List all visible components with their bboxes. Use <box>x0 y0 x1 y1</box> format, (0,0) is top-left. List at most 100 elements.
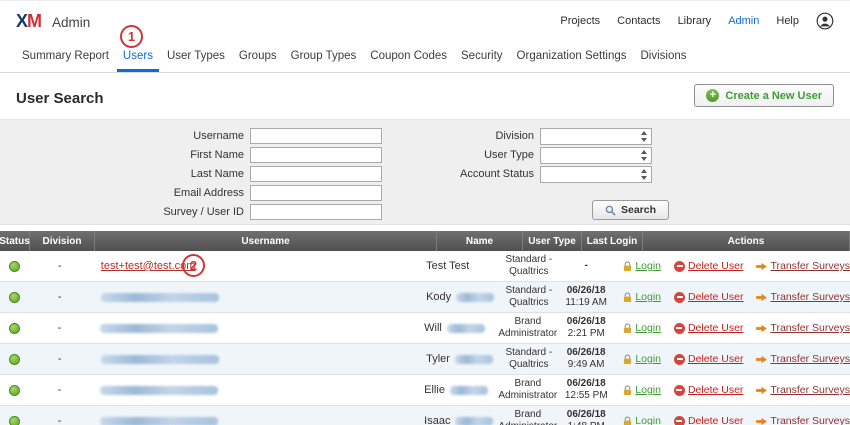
user-search-form: UsernameFirst NameLast NameEmail Address… <box>0 119 850 225</box>
table-row: -KodyStandard -Qualtrics06/26/1811:19 AM… <box>0 282 850 313</box>
input-last-name[interactable] <box>250 166 382 182</box>
select-division[interactable] <box>540 128 652 145</box>
input-survey-user-id[interactable] <box>250 204 382 220</box>
nav-contacts[interactable]: Contacts <box>617 15 660 27</box>
division-cell: - <box>29 313 91 343</box>
table-row: -EllieBrandAdministrator06/26/1812:55 PM… <box>0 375 850 406</box>
division-cell: - <box>29 251 91 281</box>
name-cell: Ellie <box>416 375 498 405</box>
nav-admin[interactable]: Admin <box>728 15 759 27</box>
column-header-division: Division <box>30 231 95 251</box>
create-new-user-label: Create a New User <box>725 90 822 102</box>
updown-arrows-icon <box>639 169 649 180</box>
tab-groups[interactable]: Groups <box>233 41 283 72</box>
column-header-status: Status <box>0 231 30 251</box>
division-cell: - <box>29 375 91 405</box>
table-row: -TylerStandard -Qualtrics06/26/189:49 AM… <box>0 344 850 375</box>
transfer-surveys-link[interactable]: Transfer Surveys <box>756 322 850 334</box>
lock-icon <box>623 323 632 334</box>
delete-minus-icon <box>674 354 685 365</box>
username-cell: test+test@test.com <box>91 251 418 281</box>
delete-minus-icon <box>674 292 685 303</box>
name-text: Test Test <box>426 260 469 272</box>
search-button[interactable]: Search <box>592 200 669 220</box>
name-cell: Will <box>416 313 498 343</box>
delete-user-link[interactable]: Delete User <box>674 322 743 334</box>
input-username[interactable] <box>250 128 382 144</box>
delete-minus-icon <box>674 323 685 334</box>
login-link[interactable]: Login <box>623 353 661 365</box>
transfer-arrow-icon <box>756 386 767 395</box>
last-login-cell: - <box>557 251 615 281</box>
nav-projects[interactable]: Projects <box>560 15 600 27</box>
delete-user-link[interactable]: Delete User <box>674 415 743 425</box>
name-cell: Kody <box>418 282 501 312</box>
lock-icon <box>623 292 632 303</box>
lock-icon <box>623 354 632 365</box>
annotation-circle-1: 1 <box>120 25 143 48</box>
tab-security[interactable]: Security <box>455 41 509 72</box>
create-new-user-button[interactable]: + Create a New User <box>694 84 834 107</box>
transfer-arrow-icon <box>756 355 767 364</box>
delete-user-link[interactable]: Delete User <box>674 260 743 272</box>
page-title: User Search <box>16 90 104 107</box>
redacted-username <box>100 324 218 333</box>
user-type-cell: Standard -Qualtrics <box>501 344 557 374</box>
login-link[interactable]: Login <box>623 291 661 303</box>
select-account-status[interactable] <box>540 166 652 183</box>
name-text: Isaac <box>424 415 450 425</box>
logo-admin-text: Admin <box>52 15 90 30</box>
user-results-table: StatusDivisionUsernameNameUser TypeLast … <box>0 231 850 425</box>
select-user-type[interactable] <box>540 147 652 164</box>
column-header-name: Name <box>437 231 523 251</box>
tab-organization-settings[interactable]: Organization Settings <box>511 41 633 72</box>
content-header: User Search + Create a New User <box>0 73 850 119</box>
column-header-last-login: Last Login <box>582 231 643 251</box>
plus-icon: + <box>706 89 719 102</box>
transfer-arrow-icon <box>756 417 767 425</box>
transfer-surveys-link[interactable]: Transfer Surveys <box>756 384 850 396</box>
status-active-icon <box>9 323 20 334</box>
last-login-cell: 06/26/189:49 AM <box>557 344 615 374</box>
redacted-last-name <box>450 386 488 395</box>
transfer-surveys-link[interactable]: Transfer Surveys <box>756 260 850 272</box>
redacted-username <box>100 386 218 395</box>
actions-cell: Login Delete User Transfer Surveys <box>615 344 850 374</box>
login-link[interactable]: Login <box>623 384 661 396</box>
name-text: Kody <box>426 291 451 303</box>
user-type-cell: BrandAdministrator <box>498 406 557 425</box>
login-link[interactable]: Login <box>623 415 661 425</box>
qualtrics-xm-logo[interactable]: X M Admin <box>16 11 90 32</box>
input-first-name[interactable] <box>250 147 382 163</box>
delete-user-link[interactable]: Delete User <box>674 291 743 303</box>
tab-coupon-codes[interactable]: Coupon Codes <box>364 41 453 72</box>
table-row: -WillBrandAdministrator06/26/182:21 PMLo… <box>0 313 850 344</box>
status-active-icon <box>9 354 20 365</box>
login-link[interactable]: Login <box>623 260 661 272</box>
nav-help[interactable]: Help <box>776 15 799 27</box>
division-cell: - <box>29 344 91 374</box>
name-text: Will <box>424 322 442 334</box>
magnifier-icon <box>605 205 616 216</box>
tab-user-types[interactable]: User Types <box>161 41 231 72</box>
nav-library[interactable]: Library <box>678 15 712 27</box>
admin-window: X M Admin Projects Contacts Library Admin He… <box>0 0 850 425</box>
delete-user-link[interactable]: Delete User <box>674 353 743 365</box>
annotation-circle-2: 2 <box>182 254 205 277</box>
transfer-surveys-link[interactable]: Transfer Surveys <box>756 353 850 365</box>
tab-divisions[interactable]: Divisions <box>635 41 693 72</box>
tab-summary-report[interactable]: Summary Report <box>16 41 115 72</box>
login-link[interactable]: Login <box>623 322 661 334</box>
username-cell <box>90 406 416 425</box>
username-cell <box>90 313 416 343</box>
transfer-surveys-link[interactable]: Transfer Surveys <box>756 415 850 425</box>
label-account-status: Account Status <box>392 168 540 180</box>
transfer-surveys-link[interactable]: Transfer Surveys <box>756 291 850 303</box>
delete-minus-icon <box>674 385 685 396</box>
tab-group-types[interactable]: Group Types <box>285 41 363 72</box>
delete-user-link[interactable]: Delete User <box>674 384 743 396</box>
label-survey-user-id: Survey / User ID <box>0 206 250 218</box>
input-email-address[interactable] <box>250 185 382 201</box>
table-body: -test+test@test.comTest TestStandard -Qu… <box>0 251 850 425</box>
account-avatar-icon[interactable] <box>816 12 834 30</box>
